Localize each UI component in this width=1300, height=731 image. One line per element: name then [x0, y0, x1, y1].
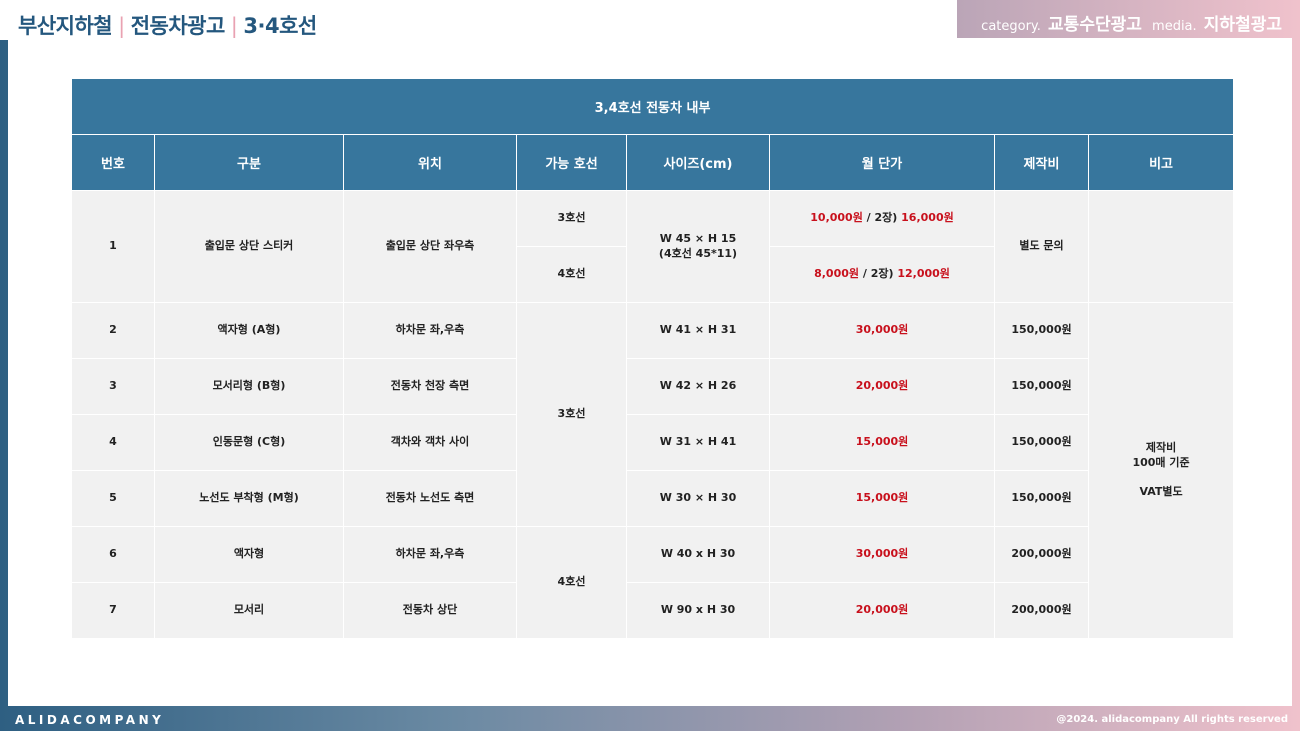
- cell-position: 하차문 좌,우측: [343, 526, 517, 583]
- cell-type: 출입문 상단 스티커: [154, 190, 344, 303]
- table-row: 6 액자형 하차문 좌,우측 4호선 W 40 x H 30 30,000원 2…: [71, 526, 1234, 639]
- title-separator: |: [230, 14, 238, 38]
- cell-number: 2: [71, 302, 155, 359]
- cell-position: 전동차 천장 측면: [343, 358, 517, 415]
- cell-note: 제작비 100매 기준 VAT별도: [1087, 302, 1235, 639]
- cell-price: 10,000원 / 2장) 16,000원: [769, 190, 995, 247]
- cell-size: W 90 x H 30: [626, 582, 770, 639]
- cell-size: W 30 × H 30: [626, 470, 770, 527]
- note-line-3: VAT별도: [1139, 484, 1183, 498]
- price-value: 16,000원: [901, 211, 954, 225]
- cell-position: 전동차 상단: [343, 582, 517, 639]
- cell-type: 노선도 부착형 (M형): [154, 470, 344, 527]
- cell-position: 전동차 노선도 측면: [343, 470, 517, 527]
- cell-line: 4호선: [516, 246, 627, 303]
- title-separator: |: [118, 14, 125, 38]
- ad-price-table: 3,4호선 전동차 내부 번호 구분 위치 가능 호선 사이즈(cm) 월 단가…: [70, 78, 1235, 639]
- cell-production: 150,000원: [994, 414, 1089, 471]
- table-caption: 3,4호선 전동차 내부: [70, 78, 1235, 135]
- cell-production: 150,000원: [994, 358, 1089, 415]
- category-label: category.: [981, 19, 1041, 34]
- cell-price: 15,000원: [769, 414, 995, 471]
- price-separator: / 2장): [859, 267, 898, 281]
- column-header-size: 사이즈(cm): [626, 134, 770, 191]
- cell-position: 출입문 상단 좌우측: [343, 190, 517, 303]
- cell-size: W 40 x H 30: [626, 526, 770, 583]
- cell-size: W 45 × H 15 (4호선 45*11): [626, 190, 770, 303]
- cell-type: 모서리형 (B형): [154, 358, 344, 415]
- footer-copyright: @2024. alidacompany All rights reserved: [1056, 714, 1288, 725]
- size-line-1: W 45 × H 15: [659, 231, 737, 245]
- column-header-line: 가능 호선: [516, 134, 627, 191]
- price-value: 10,000원: [810, 211, 863, 225]
- cell-production: 150,000원: [994, 470, 1089, 527]
- column-header-monthly-price: 월 단가: [769, 134, 995, 191]
- cell-price: 8,000원 / 2장) 12,000원: [769, 246, 995, 303]
- cell-number: 1: [71, 190, 155, 303]
- note-line-1: 제작비: [1145, 441, 1177, 455]
- note-line-2: 100매 기준: [1132, 456, 1190, 470]
- price-separator: / 2장): [862, 211, 902, 225]
- cell-price: 15,000원: [769, 470, 995, 527]
- category-info: category. 교통수단광고 media. 지하철광고: [981, 10, 1288, 35]
- table-row: 1 출입문 상단 스티커 출입문 상단 좌우측 3호선 W 45 × H 15 …: [71, 190, 1235, 303]
- title-part-2: 전동차광고: [130, 14, 226, 38]
- cell-type: 모서리: [154, 582, 344, 639]
- title-part-1: 부산지하철: [18, 14, 113, 38]
- price-value: 8,000원: [814, 267, 860, 281]
- category-value: 교통수단광고: [1048, 15, 1142, 35]
- table-row: 7 모서리 전동차 상단 W 90 x H 30 20,000원 200,000…: [71, 582, 1234, 639]
- cell-price: 30,000원: [769, 526, 995, 583]
- cell-production: 별도 문의: [994, 190, 1089, 303]
- table-row: 2 액자형 (A형) 하차문 좌,우측 3호선 W 41 × H 31 30,0…: [71, 302, 1235, 639]
- cell-production: 200,000원: [994, 582, 1089, 639]
- column-header-production-cost: 제작비: [994, 134, 1089, 191]
- table-row: 3 모서리형 (B형) 전동차 천장 측면 W 42 × H 26 20,000…: [71, 358, 1234, 415]
- cell-size: W 31 × H 41: [626, 414, 770, 471]
- page-title: 부산지하철 | 전동차광고 | 3·4호선: [18, 10, 317, 40]
- title-part-3: 3·4호선: [243, 14, 317, 38]
- cell-size: W 41 × H 31: [626, 302, 770, 359]
- cell-number: 4: [71, 414, 155, 471]
- footer-brand: ALIDACOMPANY: [15, 713, 165, 727]
- column-header-position: 위치: [343, 134, 517, 191]
- cell-size: W 42 × H 26: [626, 358, 770, 415]
- media-value: 지하철광고: [1203, 15, 1282, 35]
- media-label: media.: [1152, 19, 1197, 34]
- column-header-number: 번호: [71, 134, 155, 191]
- cell-production: 200,000원: [994, 526, 1089, 583]
- cell-number: 7: [71, 582, 155, 639]
- cell-type: 액자형 (A형): [154, 302, 344, 359]
- cell-price: 20,000원: [769, 358, 995, 415]
- column-header-type: 구분: [154, 134, 344, 191]
- cell-number: 5: [71, 470, 155, 527]
- cell-position: 하차문 좌,우측: [343, 302, 517, 359]
- cell-price: 30,000원: [769, 302, 995, 359]
- column-header-note: 비고: [1087, 134, 1235, 191]
- cell-note-empty: [1087, 190, 1235, 303]
- size-line-2: (4호선 45*11): [658, 246, 738, 260]
- cell-type: 액자형: [154, 526, 344, 583]
- cell-line: 3호선: [516, 190, 627, 247]
- cell-line-group: 3호선: [516, 302, 627, 527]
- cell-number: 3: [71, 358, 155, 415]
- cell-type: 인동문형 (C형): [154, 414, 344, 471]
- table-row: 4 인동문형 (C형) 객차와 객차 사이 W 31 × H 41 15,000…: [71, 414, 1234, 471]
- cell-price: 20,000원: [769, 582, 995, 639]
- cell-production: 150,000원: [994, 302, 1089, 359]
- cell-line-group: 4호선: [516, 526, 627, 639]
- table-row: 5 노선도 부착형 (M형) 전동차 노선도 측면 W 30 × H 30 15…: [71, 470, 1234, 527]
- cell-position: 객차와 객차 사이: [343, 414, 517, 471]
- price-value: 12,000원: [897, 267, 950, 281]
- cell-number: 6: [71, 526, 155, 583]
